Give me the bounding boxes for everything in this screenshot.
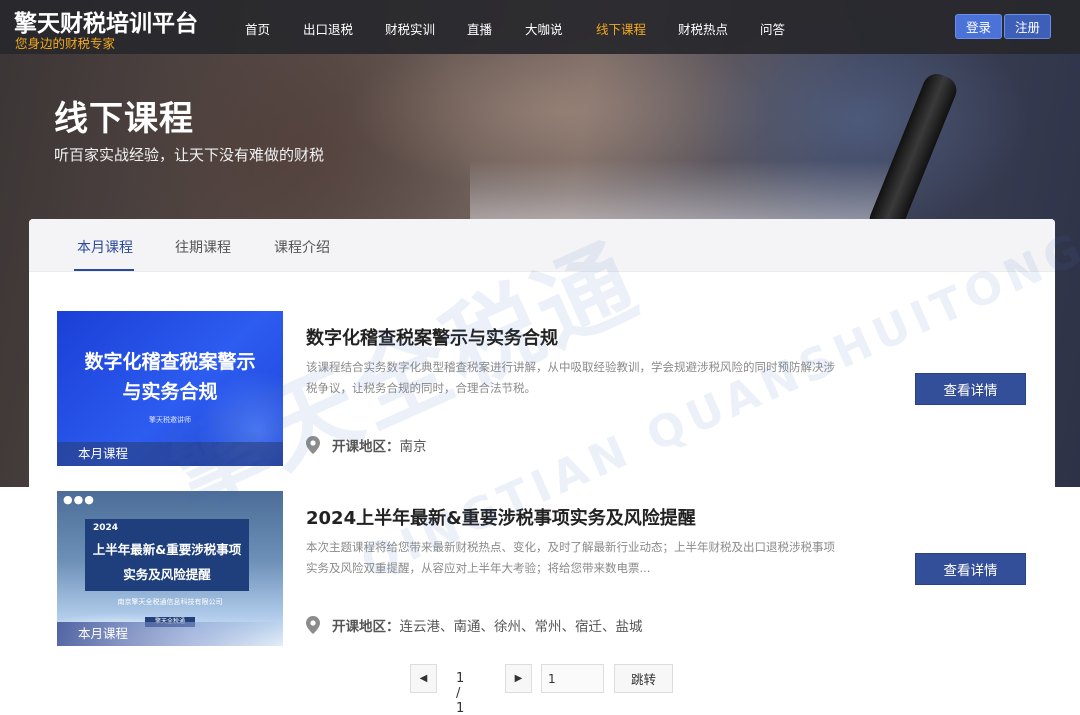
tab-past-courses[interactable]: 往期课程 xyxy=(175,237,231,257)
chevron-right-icon: ▶ xyxy=(514,673,523,684)
nav-item-expert-talk[interactable]: 大咖说 xyxy=(525,19,563,38)
course-description: 该课程结合实务数字化典型稽查税案进行讲解，从中吸取经验教训，学会规避涉税风险的同… xyxy=(306,360,835,395)
brand-subtitle: 您身边的财税专家 xyxy=(15,36,116,51)
course-description: 本次主题课程将给您带来最新财税热点、变化，及时了解最新行业动态；上半年财税及出口… xyxy=(306,540,835,575)
page-indicator: 1 / 1 xyxy=(456,671,465,715)
page-subtitle: 听百家实战经验，让天下没有难做的财税 xyxy=(54,146,325,164)
thumbnail-caption: 擎天税邀讲师 xyxy=(149,416,191,424)
view-details-button[interactable]: 查看详情 xyxy=(915,553,1026,585)
thumbnail-title: 数字化稽查税案警示与实务合规 xyxy=(84,351,256,403)
location-pin-icon xyxy=(306,436,320,454)
course-title[interactable]: 数字化稽查税案警示与实务合规 xyxy=(306,324,558,350)
course-badge: 本月课程 xyxy=(57,622,283,646)
thumbnail-company: 南京擎天全税通信息科技有限公司 xyxy=(117,598,223,606)
location-value: 南京 xyxy=(399,439,427,455)
location-pin-icon xyxy=(306,616,320,634)
nav-item-export-tax-refund[interactable]: 出口退税 xyxy=(303,19,353,38)
tab-course-intro[interactable]: 课程介绍 xyxy=(274,237,330,257)
location-value: 连云港、南通、徐州、常州、宿迁、盐城 xyxy=(399,619,643,635)
prev-page-button[interactable]: ◀ xyxy=(410,664,437,693)
top-header: 擎天财税培训平台 您身边的财税专家 首页 出口退税 财税实训 直播 大咖说 线下… xyxy=(0,0,1080,54)
location-label: 开课地区： xyxy=(332,619,400,635)
page-title: 线下课程 xyxy=(54,99,194,139)
course-title[interactable]: 2024上半年最新&重要涉税事项实务及风险提醒 xyxy=(306,504,696,530)
course-thumbnail[interactable]: ●●● 2024 上半年最新&重要涉税事项实务及风险提醒 南京擎天全税通信息科技… xyxy=(57,491,283,646)
next-page-button[interactable]: ▶ xyxy=(505,664,532,693)
course-tabs: 本月课程 往期课程 课程介绍 xyxy=(29,219,1055,272)
page-number-input[interactable] xyxy=(541,664,604,693)
course-badge: 本月课程 xyxy=(57,442,283,466)
course-location: 开课地区： 连云港、南通、徐州、常州、宿迁、盐城 xyxy=(306,615,643,635)
jump-button[interactable]: 跳转 xyxy=(614,664,673,693)
nav-item-qa[interactable]: 问答 xyxy=(760,19,785,38)
course-item: ●●● 2024 上半年最新&重要涉税事项实务及风险提醒 南京擎天全税通信息科技… xyxy=(29,491,1055,651)
dots-icon: ●●● xyxy=(63,493,95,506)
nav-item-live[interactable]: 直播 xyxy=(467,19,492,38)
thumbnail-year: 2024 xyxy=(93,523,119,533)
thumbnail-title: 上半年最新&重要涉税事项实务及风险提醒 xyxy=(92,542,242,582)
login-button[interactable]: 登录 xyxy=(955,14,1002,39)
chevron-left-icon: ◀ xyxy=(419,673,428,684)
nav-item-tax-training[interactable]: 财税实训 xyxy=(385,19,435,38)
nav-item-tax-hotspots[interactable]: 财税热点 xyxy=(678,19,728,38)
location-label: 开课地区： xyxy=(332,439,400,455)
nav-item-offline-courses[interactable]: 线下课程 xyxy=(596,19,646,38)
active-tab-indicator xyxy=(74,269,134,271)
tab-this-month[interactable]: 本月课程 xyxy=(77,237,133,257)
course-panel: 本月课程 往期课程 课程介绍 数字化稽查税案警示与实务合规 擎天税邀讲师 本月课… xyxy=(29,219,1055,715)
view-details-button[interactable]: 查看详情 xyxy=(915,373,1026,405)
course-item: 数字化稽查税案警示与实务合规 擎天税邀讲师 本月课程 数字化稽查税案警示与实务合… xyxy=(29,311,1055,471)
hero-pen-decoration xyxy=(865,69,961,241)
register-button[interactable]: 注册 xyxy=(1004,14,1051,39)
course-thumbnail[interactable]: 数字化稽查税案警示与实务合规 擎天税邀讲师 本月课程 xyxy=(57,311,283,466)
course-location: 开课地区： 南京 xyxy=(306,435,427,455)
nav-item-home[interactable]: 首页 xyxy=(245,19,270,38)
